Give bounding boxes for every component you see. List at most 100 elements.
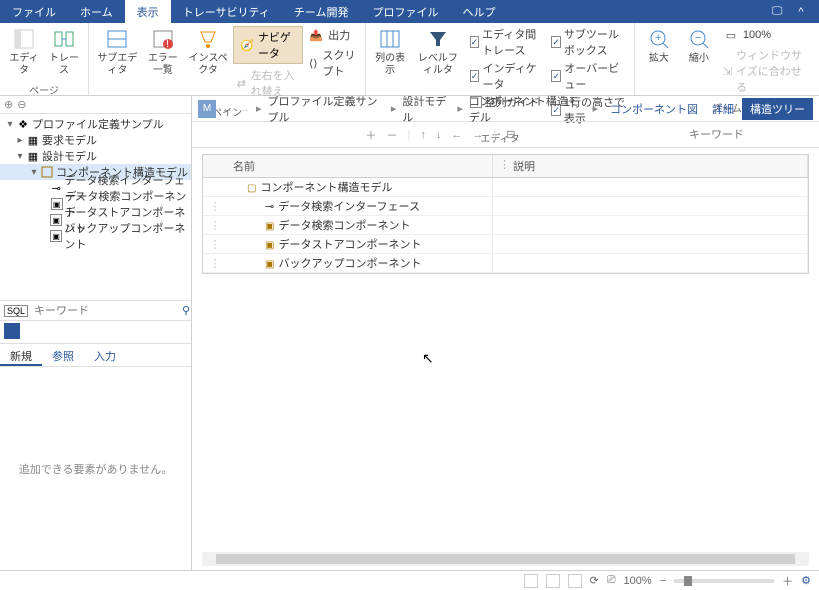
tree-collapse-icon[interactable]: ⊟ <box>506 128 515 141</box>
table-keyword-input[interactable] <box>689 129 809 141</box>
level-filter-button[interactable]: レベルフィルタ <box>410 25 465 79</box>
structure-table: 名前 説明 ▢コンポーネント構造モデル⋮⊸データ検索インターフェース⋮▣データ検… <box>202 154 809 274</box>
zoom-out-button[interactable]: − 縮小 <box>679 25 719 67</box>
drag-handle-icon[interactable]: ⋮ <box>207 257 223 270</box>
drag-handle-icon[interactable]: ⋮ <box>207 219 223 232</box>
columns-icon <box>378 27 402 51</box>
bp-tab-ref[interactable]: 参照 <box>42 344 84 366</box>
tree-node[interactable]: ▣バックアップコンポーネント <box>0 228 191 244</box>
component-icon: ▣ <box>50 197 63 211</box>
drag-handle-icon[interactable]: ⋮ <box>207 200 223 213</box>
fit-window-button[interactable]: ⇲ウィンドウサイズに合わせる <box>719 45 815 97</box>
menu-bar: ファイル ホーム 表示 トレーサビリティ チーム開発 プロファイル ヘルプ 🖵 … <box>0 0 819 23</box>
trace-button[interactable]: トレース <box>44 25 84 79</box>
bp-tab-new[interactable]: 新規 <box>0 344 42 366</box>
link-component-diagram[interactable]: コンポーネント図 <box>604 99 704 119</box>
window-icon <box>105 27 129 51</box>
expand-icon[interactable]: ⊕ <box>4 98 13 111</box>
inspector-button[interactable]: インスペクタ <box>184 25 232 79</box>
drag-handle-icon[interactable]: ⋮ <box>207 238 223 251</box>
view-icon[interactable] <box>4 323 20 339</box>
move-up-icon[interactable]: ↑ <box>420 129 426 141</box>
tab-view[interactable]: 表示 <box>125 0 171 23</box>
tab-help[interactable]: ヘルプ <box>450 0 507 23</box>
tree-node[interactable]: ▾▦設計モデル <box>0 148 191 164</box>
tab-file[interactable]: ファイル <box>0 0 68 23</box>
layout2-icon[interactable] <box>546 574 560 588</box>
collapse-icon[interactable]: ⊖ <box>17 98 26 111</box>
move-left-icon[interactable]: ← <box>451 129 462 141</box>
move-right-icon[interactable]: → <box>472 129 483 141</box>
output-button[interactable]: 📤 出力 <box>304 25 361 45</box>
interface-icon: ⊸ <box>50 181 62 195</box>
btn-structure-tree[interactable]: 構造ツリー <box>742 98 813 120</box>
zoom-plus-icon[interactable]: ＋ <box>782 573 793 589</box>
sql-icon[interactable]: SQL <box>4 305 28 317</box>
breadcrumb[interactable]: ▸プロファイル定義サンプル ▸設計モデル ▸コンポーネント構造モデル ▸ <box>256 93 598 125</box>
row-label: データストアコンポーネント <box>278 239 421 251</box>
chk-overview[interactable]: ✓オーバービュー <box>547 59 630 93</box>
zoom-minus-icon[interactable]: − <box>660 575 666 587</box>
model-icon: ▦ <box>26 149 40 163</box>
tree-root[interactable]: ▾❖プロファイル定義サンプル <box>0 116 191 132</box>
script-button[interactable]: ⟨⟩ スクリプト <box>304 45 361 81</box>
tree-toolbar: ⊕ ⊖ <box>0 96 191 114</box>
col-header-desc[interactable]: 説明 <box>493 155 808 177</box>
layout3-icon[interactable] <box>568 574 582 588</box>
tab-profile[interactable]: プロファイル <box>360 0 450 23</box>
link-detail[interactable]: 詳細 <box>706 99 740 119</box>
layout1-icon[interactable] <box>524 574 538 588</box>
chk-subtoolbox[interactable]: ✓サブツールボックス <box>547 25 630 59</box>
chk-editor-trace[interactable]: ✓エディタ間トレース <box>466 25 548 59</box>
lollipop-icon: ⊸ <box>265 201 274 213</box>
column-show-button[interactable]: 列の表示 <box>370 25 410 79</box>
empty-message: 追加できる要素がありません。 <box>0 367 191 570</box>
zoom-in-button[interactable]: + 拡大 <box>639 25 679 67</box>
component-icon: ▣ <box>50 213 62 227</box>
error-list-button[interactable]: ! エラー一覧 <box>142 25 184 79</box>
table-row[interactable]: ⋮▣データ検索コンポーネント <box>203 216 808 235</box>
zoom-pct[interactable]: ▭100% <box>719 25 815 45</box>
remove-icon[interactable]: － <box>387 127 398 143</box>
col-header-name[interactable]: 名前 <box>203 155 493 177</box>
tree-node[interactable]: ▸▦要求モデル <box>0 132 191 148</box>
model-icon: ▦ <box>26 133 40 147</box>
tab-team[interactable]: チーム開発 <box>282 0 361 23</box>
row-label: バックアップコンポーネント <box>278 258 421 270</box>
keyword-input[interactable] <box>34 305 176 317</box>
tab-home[interactable]: ホーム <box>68 0 125 23</box>
sub-editor-button[interactable]: サブエディタ <box>93 25 142 79</box>
script-icon: ⟨⟩ <box>308 55 318 71</box>
comp-icon: ▣ <box>265 221 274 232</box>
zoom-slider[interactable] <box>674 579 774 583</box>
comp-icon: ▣ <box>265 259 274 270</box>
tab-traceability[interactable]: トレーサビリティ <box>171 0 282 23</box>
bp-tab-input[interactable]: 入力 <box>84 344 126 366</box>
collapse-ribbon-icon[interactable]: ^ <box>793 4 809 20</box>
page-icon: ▭ <box>723 27 739 43</box>
refresh-icon[interactable]: ⟳ <box>590 574 599 587</box>
trace-icon <box>52 27 76 51</box>
table-row[interactable]: ⋮⊸データ検索インターフェース <box>203 197 808 216</box>
table-row[interactable]: ⋮ ▣ バックアップコンポーネント <box>203 254 808 273</box>
row-label: コンポーネント構造モデル <box>260 182 392 194</box>
editor-button[interactable]: エディタ <box>4 25 44 79</box>
nav-fwd-icon[interactable]: → <box>239 103 250 115</box>
settings-icon[interactable]: ⚙ <box>801 574 811 587</box>
horizontal-scrollbar[interactable] <box>202 552 809 566</box>
navigator-button[interactable]: 🧭 ナビゲータ <box>233 26 303 64</box>
camera-icon[interactable]: ⎚ <box>607 574 616 587</box>
table-row[interactable]: ▢コンポーネント構造モデル <box>203 178 808 197</box>
table-row[interactable]: ⋮▣データストアコンポーネント <box>203 235 808 254</box>
chk-indicator[interactable]: ✓インディケータ <box>466 59 548 93</box>
compass-icon: 🧭 <box>240 39 254 52</box>
move-down-icon[interactable]: ↓ <box>436 129 442 141</box>
error-icon: ! <box>151 27 175 51</box>
project-tree[interactable]: ▾❖プロファイル定義サンプル ▸▦要求モデル ▾▦設計モデル ▾コンポーネント構… <box>0 114 191 300</box>
add-icon[interactable]: ＋ <box>366 127 377 143</box>
svg-text:!: ! <box>166 38 169 50</box>
zoom-out-icon: − <box>687 27 711 51</box>
monitor-icon[interactable]: 🖵 <box>769 4 785 20</box>
filter-icon[interactable]: ⚲ <box>182 304 190 317</box>
nav-back-icon[interactable]: ← <box>222 103 233 115</box>
